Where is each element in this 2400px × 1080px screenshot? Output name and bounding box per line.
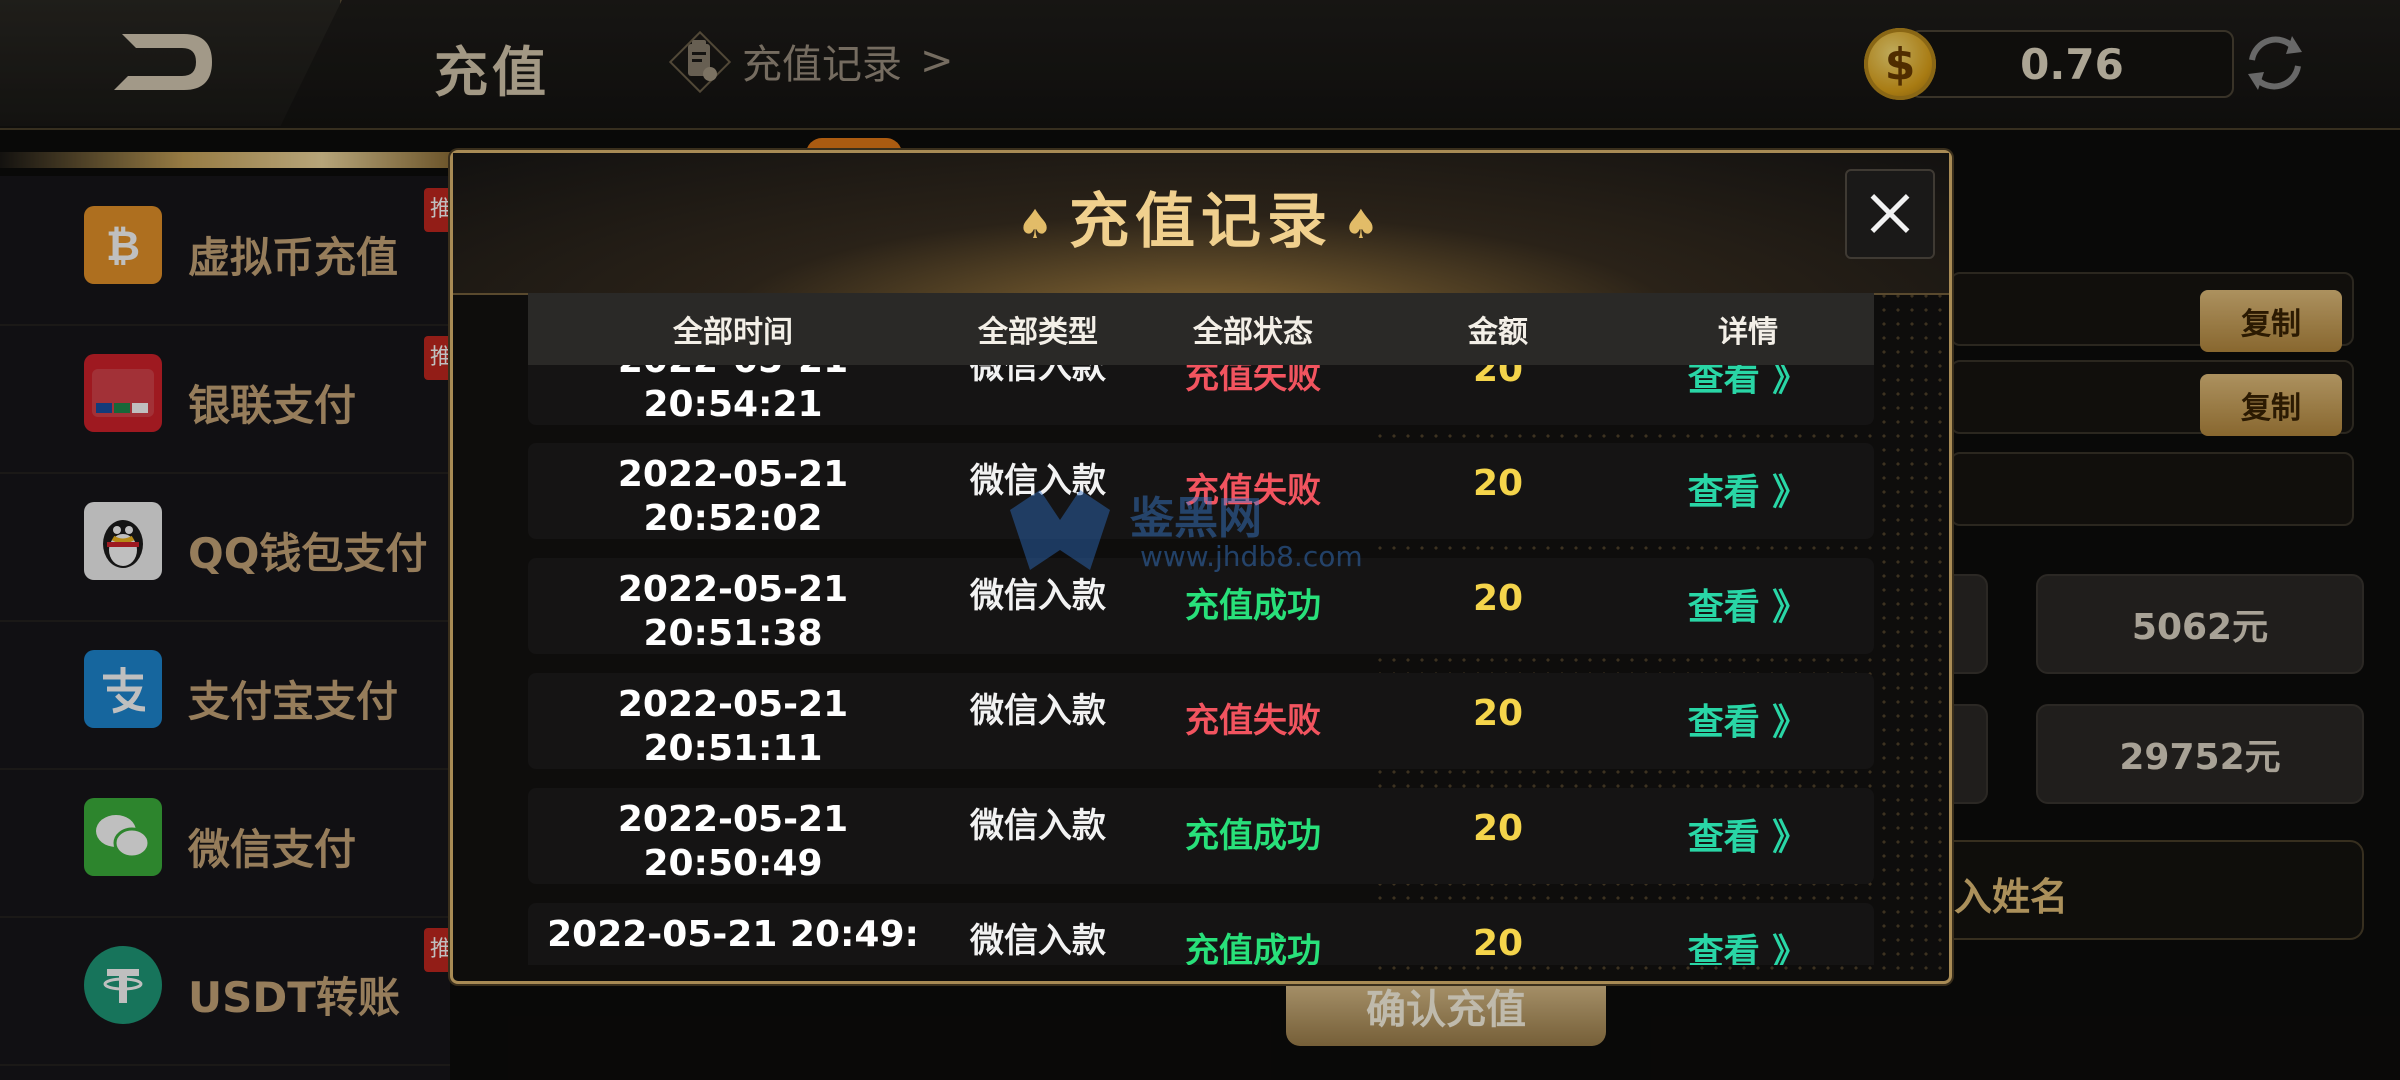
record-type: 微信入款 <box>970 691 1106 731</box>
record-amount: 20 <box>1472 578 1524 619</box>
column-detail: 详情 <box>1718 315 1778 350</box>
table-row: 2022-05-21 20:50:49 微信入款 充值成功 20 查看 》 <box>528 788 1874 884</box>
view-detail-link[interactable]: 查看 》 <box>1628 788 1868 860</box>
record-status: 充值成功 <box>1185 586 1321 626</box>
view-detail-link[interactable]: 查看 》 <box>1628 558 1868 630</box>
record-type: 微信入款 <box>970 576 1106 616</box>
dialog-header: ♠ 充值记录 ♠ <box>453 153 1949 295</box>
view-detail-link[interactable]: 查看 》 <box>1628 443 1868 515</box>
view-detail-link[interactable]: 查看 》 <box>1628 365 1868 401</box>
record-status: 充值失败 <box>1185 365 1321 397</box>
record-amount: 20 <box>1472 365 1524 390</box>
view-detail-link[interactable]: 查看 》 <box>1628 903 1868 965</box>
record-status: 充值失败 <box>1185 701 1321 741</box>
record-status: 充值失败 <box>1185 471 1321 511</box>
table-row: 2022-05-21 20:51:38 微信入款 充值成功 20 查看 》 <box>528 558 1874 654</box>
table-row: 2022-05-21 20:49: 微信入款 充值成功 20 查看 》 <box>528 903 1874 965</box>
record-list[interactable]: 2022-05-21 20:54:21 微信入款 充值失败 20 查看 》 20… <box>528 365 1874 965</box>
record-time: 2022-05-21 20:51:11 <box>617 684 849 767</box>
table-row: 2022-05-21 20:54:21 微信入款 充值失败 20 查看 》 <box>528 365 1874 425</box>
recharge-record-dialog: ♠充值记录♠ 全部时间 全部类型 全部状态 金额 详情 2022-05-21 2… <box>450 150 1952 984</box>
table-header: 全部时间 全部类型 全部状态 金额 详情 <box>528 293 1874 365</box>
record-amount: 20 <box>1472 808 1524 849</box>
dialog-title: ♠ 充值记录 ♠ <box>1017 187 1385 257</box>
view-detail-link[interactable]: 查看 》 <box>1628 673 1868 745</box>
record-time: 2022-05-21 20:49: <box>547 914 919 955</box>
record-status: 充值成功 <box>1185 931 1321 965</box>
close-button[interactable] <box>1845 169 1935 259</box>
record-time: 2022-05-21 20:52:02 <box>617 454 849 537</box>
spade-icon: ♠ <box>1017 202 1059 249</box>
table-row: 2022-05-21 20:52:02 微信入款 充值失败 20 查看 》 <box>528 443 1874 539</box>
record-type: 微信入款 <box>970 806 1106 846</box>
filter-type[interactable]: 全部类型 <box>938 307 1138 351</box>
filter-status[interactable]: 全部状态 <box>1138 307 1368 351</box>
spade-icon: ♠ <box>1343 202 1385 249</box>
record-time: 2022-05-21 20:54:21 <box>618 365 848 423</box>
record-type: 微信入款 <box>970 365 1106 387</box>
record-amount: 20 <box>1472 923 1524 964</box>
filter-time[interactable]: 全部时间 <box>528 307 938 351</box>
record-type: 微信入款 <box>970 461 1106 501</box>
record-time: 2022-05-21 20:51:38 <box>617 569 849 652</box>
column-amount: 金额 <box>1468 315 1528 350</box>
record-time: 2022-05-21 20:50:49 <box>617 799 849 882</box>
table-row: 2022-05-21 20:51:11 微信入款 充值失败 20 查看 》 <box>528 673 1874 769</box>
record-type: 微信入款 <box>970 921 1106 961</box>
record-amount: 20 <box>1472 463 1524 504</box>
record-status: 充值成功 <box>1185 816 1321 856</box>
record-amount: 20 <box>1472 693 1524 734</box>
